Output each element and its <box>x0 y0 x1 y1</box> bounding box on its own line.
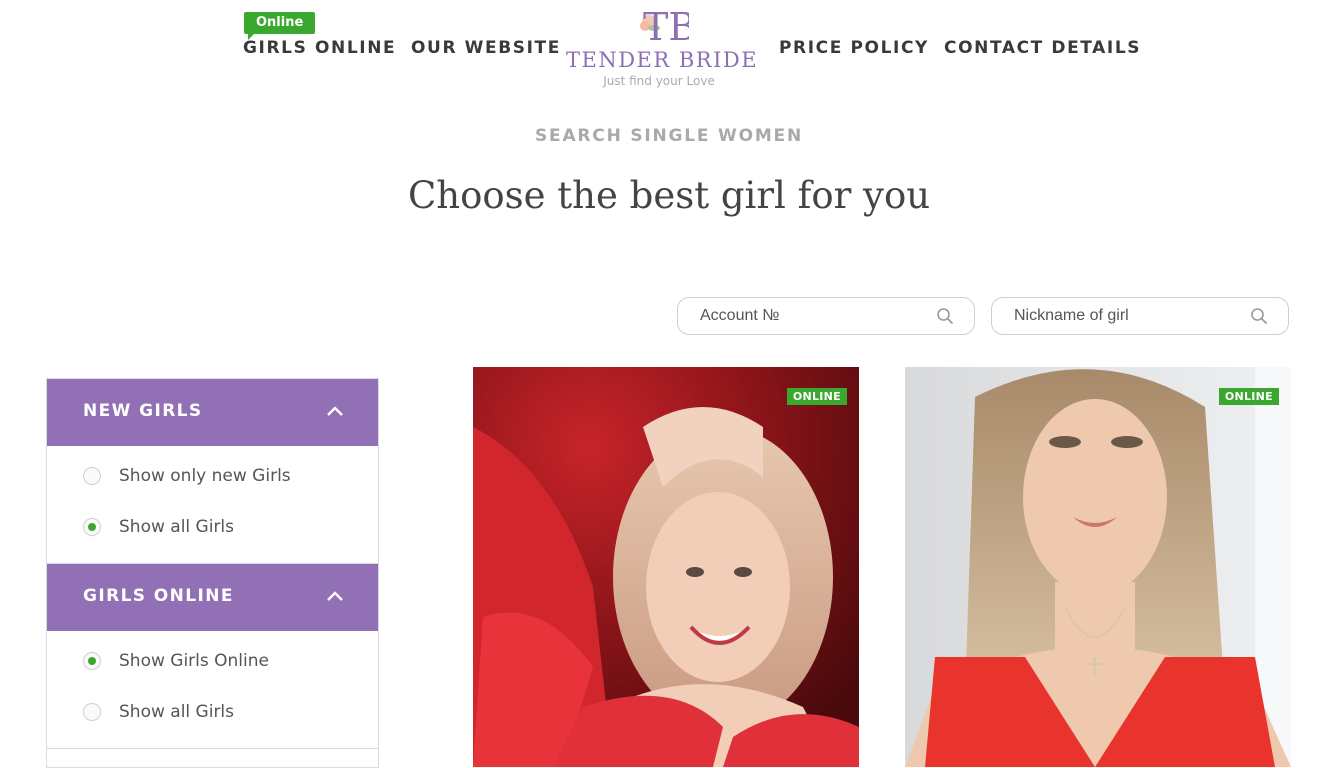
chevron-up-icon[interactable] <box>326 405 344 417</box>
profile-photo <box>473 367 859 767</box>
account-search <box>677 297 975 335</box>
header-nav: Online GIRLS ONLINE OUR WEBSITE TB TENDE… <box>0 0 1338 100</box>
logo-monogram-icon: TB <box>640 5 689 46</box>
filter-options-new-girls: Show only new Girls Show all Girls <box>47 446 378 564</box>
option-label: Show all Girls <box>119 517 235 537</box>
profile-photo <box>905 367 1291 767</box>
radio-button-selected[interactable] <box>83 652 101 670</box>
option-label: Show all Girls <box>119 702 235 722</box>
logo-tagline: Just find your Love <box>603 74 715 88</box>
nav-contact-details[interactable]: CONTACT DETAILS <box>944 38 1141 58</box>
profile-card[interactable]: ONLINE <box>473 367 859 767</box>
logo-title: TENDER BRIDE <box>566 48 759 72</box>
search-icon[interactable] <box>936 307 954 325</box>
filter-options-girls-online: Show Girls Online Show all Girls <box>47 631 378 749</box>
filter-header-new-girls[interactable]: NEW GIRLS <box>47 379 378 446</box>
option-label: Show Girls Online <box>119 651 269 671</box>
section-kicker: SEARCH SINGLE WOMEN <box>535 126 803 146</box>
site-logo[interactable]: TB TENDER BRIDE Just find your Love <box>566 0 759 95</box>
nav-our-website[interactable]: OUR WEBSITE <box>411 38 561 58</box>
radio-button[interactable] <box>83 467 101 485</box>
option-label: Show only new Girls <box>119 466 291 486</box>
filter-header-girls-online[interactable]: GIRLS ONLINE <box>47 564 378 631</box>
nav-girls-online[interactable]: GIRLS ONLINE <box>243 38 396 58</box>
svg-text:TB: TB <box>643 5 689 46</box>
online-tag: Online <box>244 12 316 40</box>
account-number-input[interactable] <box>698 298 932 334</box>
filter-sidebar: NEW GIRLS Show only new Girls Show all G… <box>46 378 379 768</box>
nav-price-policy[interactable]: PRICE POLICY <box>779 38 929 58</box>
online-status-badge: ONLINE <box>786 388 847 405</box>
radio-button-selected[interactable] <box>83 518 101 536</box>
filter-title: GIRLS ONLINE <box>83 586 234 606</box>
chevron-up-icon[interactable] <box>326 590 344 602</box>
online-status-badge: ONLINE <box>1218 388 1279 405</box>
page-headline: Choose the best girl for you <box>407 174 931 217</box>
profile-card[interactable]: ONLINE <box>905 367 1291 767</box>
nickname-search <box>991 297 1289 335</box>
nickname-input[interactable] <box>1012 298 1246 334</box>
filter-title: NEW GIRLS <box>83 401 203 421</box>
search-icon[interactable] <box>1250 307 1268 325</box>
radio-button[interactable] <box>83 703 101 721</box>
